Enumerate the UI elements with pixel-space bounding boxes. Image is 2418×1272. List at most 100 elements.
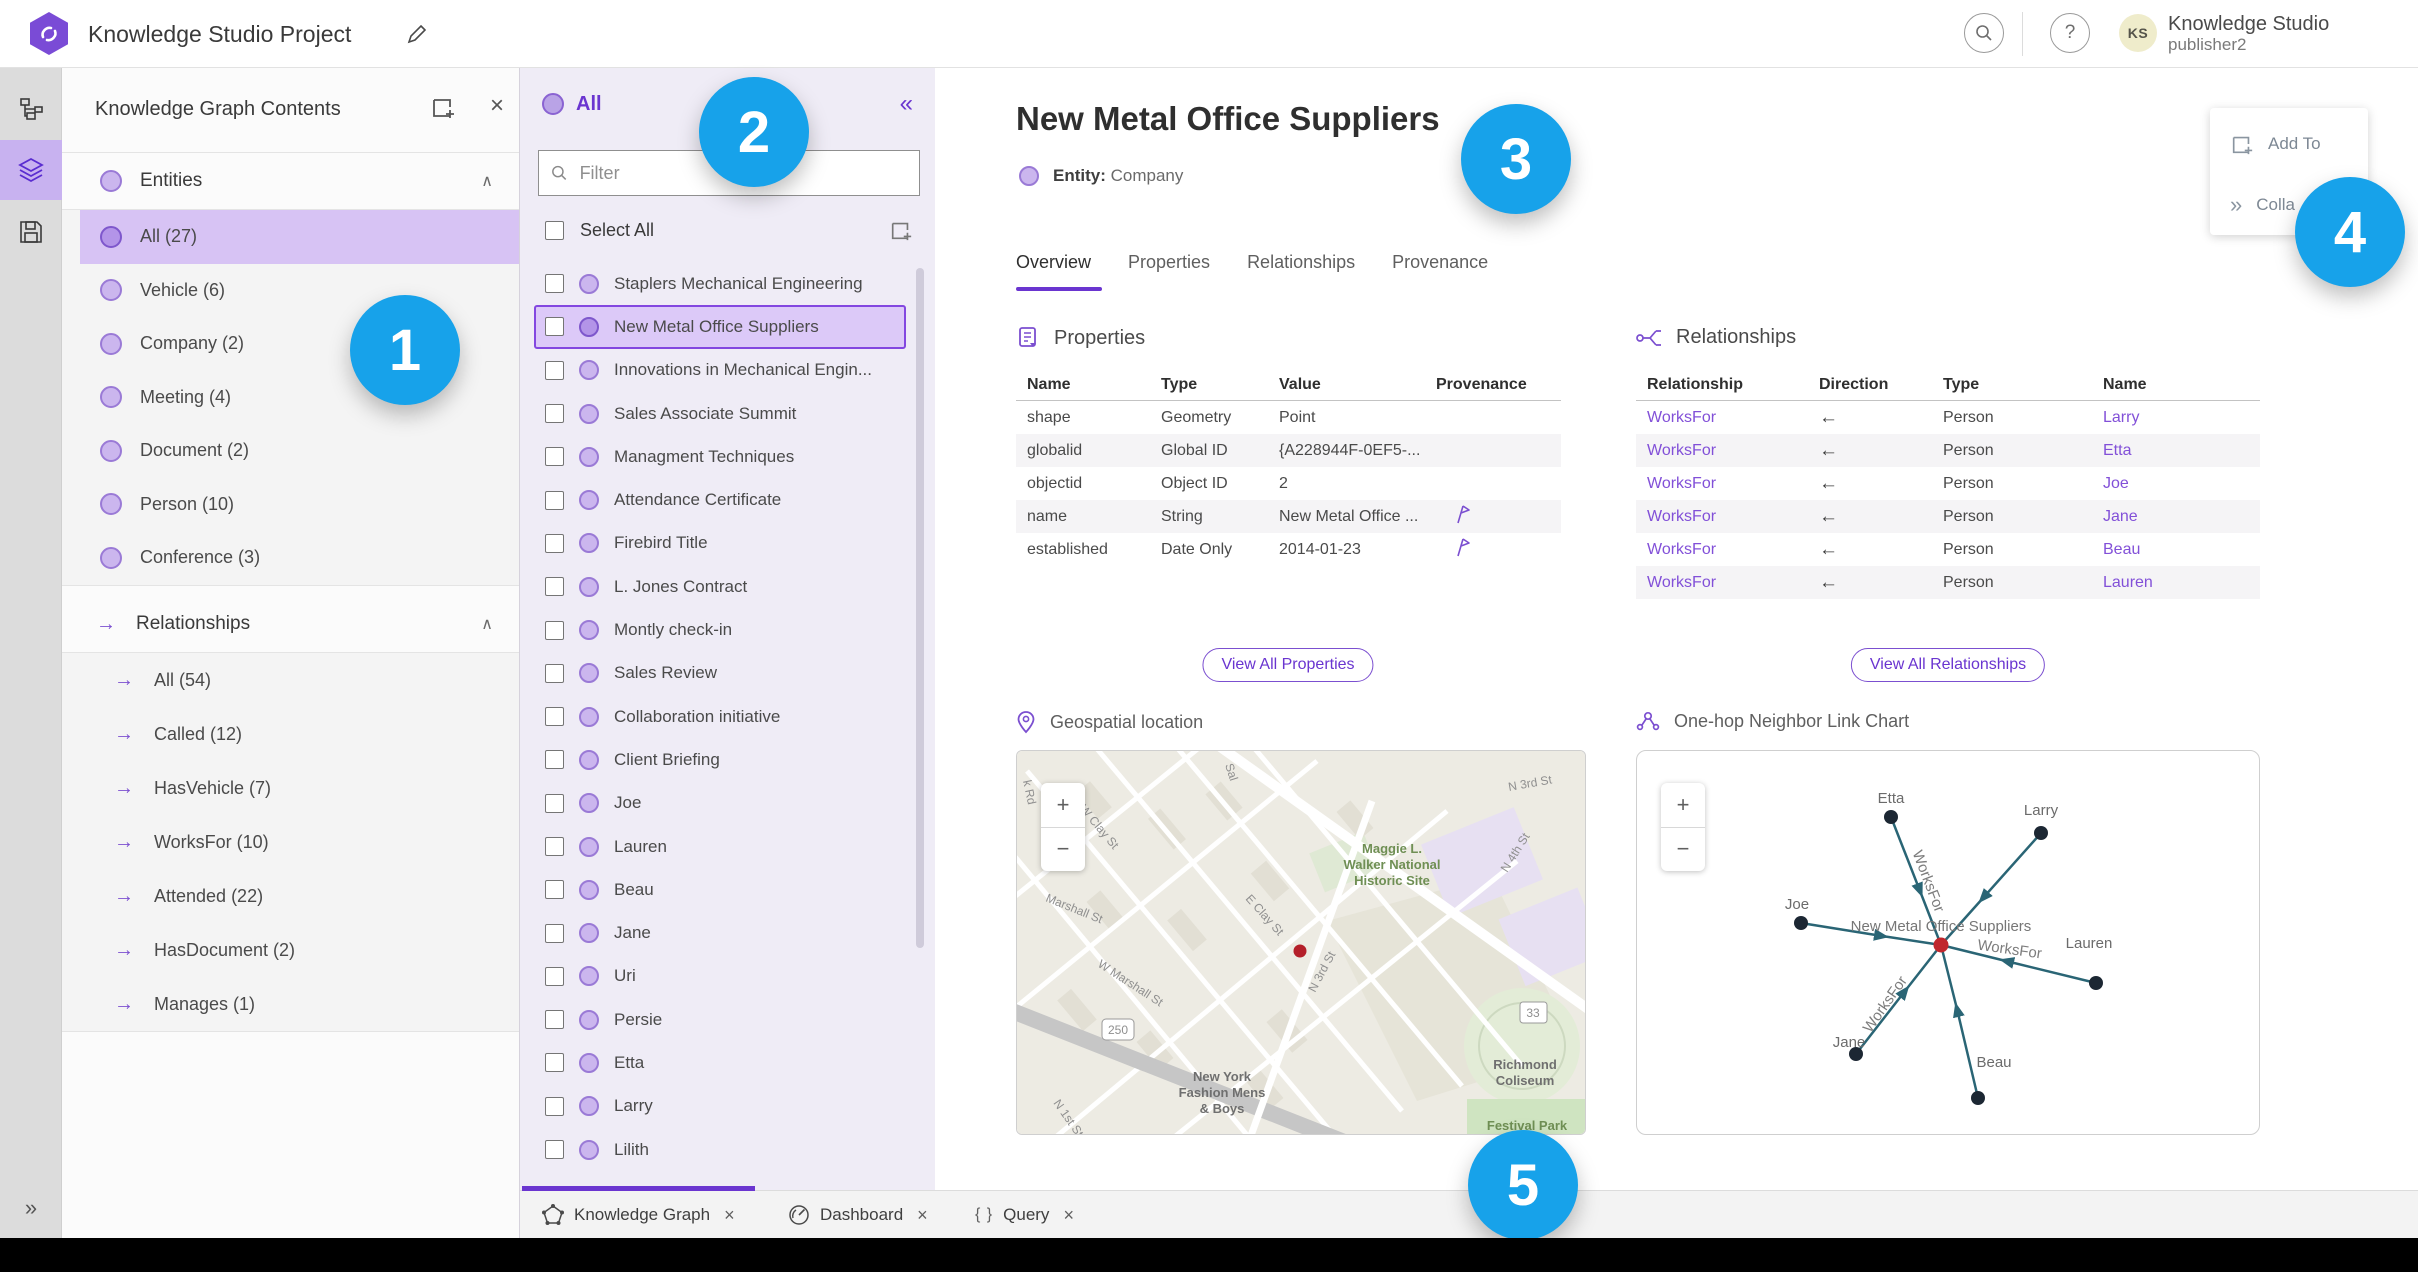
list-item[interactable]: Staplers Mechanical Engineering: [520, 262, 925, 305]
list-item[interactable]: Sales Associate Summit: [520, 392, 925, 435]
item-checkbox[interactable]: [545, 620, 564, 640]
entity-type-item[interactable]: Person (10): [80, 478, 519, 532]
entity-type-item[interactable]: Document (2): [80, 424, 519, 478]
item-checkbox[interactable]: [545, 360, 564, 380]
item-checkbox[interactable]: [545, 923, 564, 943]
scrollbar-thumb[interactable]: [916, 268, 924, 948]
tab-overview[interactable]: Overview: [1016, 252, 1091, 273]
relationship-type-item[interactable]: → Attended (22): [80, 869, 519, 923]
expand-rail-button[interactable]: »: [0, 1178, 62, 1238]
entity-link[interactable]: Larry: [2092, 409, 2260, 427]
list-item[interactable]: Lauren: [520, 825, 925, 868]
graph-node[interactable]: [1794, 916, 1808, 930]
select-all-checkbox[interactable]: [545, 220, 564, 240]
item-checkbox[interactable]: [545, 577, 564, 597]
list-item[interactable]: Firebird Title: [520, 522, 925, 565]
add-to-new-icon[interactable]: [430, 94, 456, 120]
tab-provenance[interactable]: Provenance: [1392, 252, 1488, 273]
relationship-type-item[interactable]: → WorksFor (10): [80, 815, 519, 869]
provenance-flag-icon[interactable]: [1454, 504, 1472, 524]
close-tab-icon[interactable]: ×: [917, 1205, 928, 1226]
item-checkbox[interactable]: [545, 533, 564, 553]
relationship-type-item[interactable]: → Called (12): [80, 707, 519, 761]
list-item[interactable]: Joe: [520, 782, 925, 825]
relationship-link[interactable]: WorksFor: [1636, 541, 1808, 559]
item-checkbox[interactable]: [545, 966, 564, 986]
app-logo[interactable]: [30, 12, 68, 55]
edit-pencil-icon[interactable]: [405, 22, 429, 46]
relationship-link[interactable]: WorksFor: [1636, 409, 1808, 427]
list-item[interactable]: Persie: [520, 998, 925, 1041]
list-item[interactable]: Beau: [520, 868, 925, 911]
list-item[interactable]: Lilith: [520, 1128, 925, 1171]
avatar[interactable]: KS: [2119, 14, 2157, 52]
hierarchy-tool-button[interactable]: [0, 80, 62, 140]
help-button[interactable]: ?: [2050, 13, 2090, 53]
item-checkbox[interactable]: [545, 1053, 564, 1073]
entities-section-header[interactable]: Entities ∧: [62, 153, 519, 209]
relationship-link[interactable]: WorksFor: [1636, 442, 1808, 460]
item-checkbox[interactable]: [545, 880, 564, 900]
entity-type-item[interactable]: All (27): [80, 210, 519, 264]
collapse-menu-item[interactable]: » Colla: [2230, 192, 2295, 218]
link-chart-panel[interactable]: WorksFor WorksFor WorksFor Etta Larry Jo…: [1636, 750, 2260, 1135]
zoom-in-button[interactable]: +: [1661, 783, 1705, 828]
graph-node[interactable]: [2089, 976, 2103, 990]
list-item[interactable]: Collaboration initiative: [520, 695, 925, 738]
entity-link[interactable]: Joe: [2092, 475, 2260, 493]
relationship-link[interactable]: WorksFor: [1636, 508, 1808, 526]
item-checkbox[interactable]: [545, 707, 564, 727]
entity-link[interactable]: Jane: [2092, 508, 2260, 526]
entity-type-item[interactable]: Meeting (4): [80, 371, 519, 425]
list-item[interactable]: Sales Review: [520, 652, 925, 695]
add-to-new-icon[interactable]: [889, 218, 913, 242]
list-item[interactable]: Etta: [520, 1041, 925, 1084]
list-item[interactable]: Attendance Certificate: [520, 478, 925, 521]
item-checkbox[interactable]: [545, 837, 564, 856]
layers-tool-button[interactable]: [0, 140, 62, 200]
list-item[interactable]: Montly check-in: [520, 608, 925, 651]
graph-node[interactable]: [2034, 826, 2048, 840]
tab-query[interactable]: { } Query ×: [975, 1191, 1074, 1239]
user-info[interactable]: Knowledge Studio publisher2: [2168, 13, 2329, 54]
item-checkbox[interactable]: [545, 663, 564, 683]
entity-type-item[interactable]: Conference (3): [80, 531, 519, 585]
relationship-type-item[interactable]: → All (54): [80, 653, 519, 707]
entity-link[interactable]: Etta: [2092, 442, 2260, 460]
entity-link[interactable]: Lauren: [2092, 574, 2260, 592]
search-button[interactable]: [1964, 13, 2004, 53]
relationship-type-item[interactable]: → Manages (1): [80, 977, 519, 1031]
graph-node[interactable]: [1971, 1091, 1985, 1105]
add-to-menu-item[interactable]: Add To: [2230, 132, 2321, 156]
item-checkbox[interactable]: [545, 750, 564, 770]
graph-node[interactable]: [1884, 810, 1898, 824]
close-tab-icon[interactable]: ×: [1063, 1205, 1074, 1226]
zoom-out-button[interactable]: −: [1661, 828, 1705, 872]
tab-knowledge-graph[interactable]: Knowledge Graph ×: [542, 1191, 735, 1239]
view-all-relationships-button[interactable]: View All Relationships: [1850, 648, 2046, 682]
list-item-selected[interactable]: New Metal Office Suppliers: [534, 305, 906, 349]
item-checkbox[interactable]: [545, 404, 564, 424]
relationship-type-item[interactable]: → HasVehicle (7): [80, 761, 519, 815]
relationship-link[interactable]: WorksFor: [1636, 574, 1808, 592]
list-item[interactable]: Larry: [520, 1085, 925, 1128]
item-checkbox[interactable]: [545, 1140, 564, 1160]
list-item[interactable]: Managment Techniques: [520, 435, 925, 478]
close-tab-icon[interactable]: ×: [724, 1205, 735, 1226]
list-item[interactable]: Client Briefing: [520, 738, 925, 781]
graph-center-node[interactable]: [1933, 937, 1949, 953]
provenance-flag-icon[interactable]: [1454, 537, 1472, 557]
list-item[interactable]: Uri: [520, 955, 925, 998]
relationship-link[interactable]: WorksFor: [1636, 475, 1808, 493]
item-checkbox[interactable]: [545, 447, 564, 467]
relationship-type-item[interactable]: → HasDocument (2): [80, 923, 519, 977]
map-panel[interactable]: k Rd W Clay St Sal Marshall St W Marshal…: [1016, 750, 1586, 1135]
save-tool-button[interactable]: [0, 202, 62, 262]
item-checkbox[interactable]: [545, 490, 564, 510]
item-checkbox[interactable]: [545, 274, 564, 294]
collapse-panel-icon[interactable]: «: [900, 90, 913, 118]
entity-link[interactable]: Beau: [2092, 541, 2260, 559]
item-checkbox[interactable]: [545, 793, 564, 813]
item-checkbox[interactable]: [545, 1096, 564, 1116]
view-all-properties-button[interactable]: View All Properties: [1202, 648, 1374, 682]
